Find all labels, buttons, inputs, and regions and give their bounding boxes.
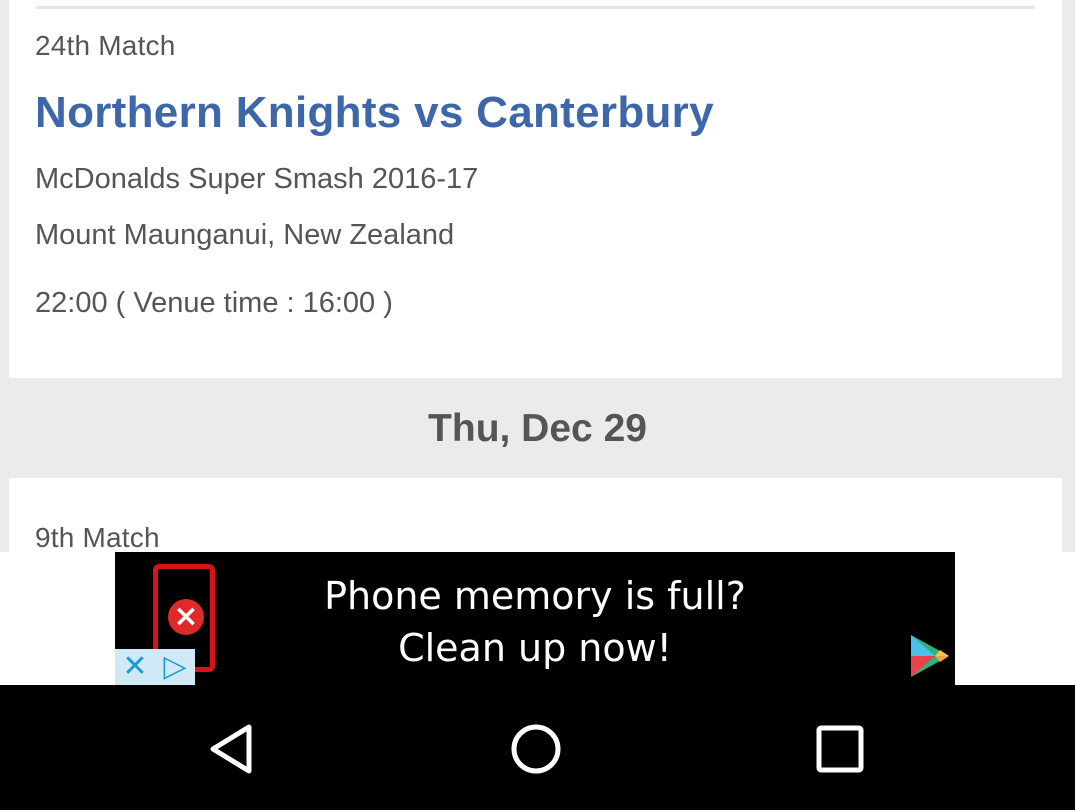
match-title-link[interactable]: Northern Knights vs Canterbury (35, 88, 714, 138)
match-card[interactable]: 24th Match Northern Knights vs Canterbur… (9, 0, 1062, 378)
close-icon[interactable]: ✕ (115, 649, 155, 685)
ad-banner-container: × Phone memory is full? Clean up now! ✕ … (0, 552, 1075, 685)
recents-icon[interactable] (812, 721, 868, 777)
back-icon[interactable] (205, 721, 261, 777)
match-number: 9th Match (35, 522, 160, 553)
date-header: Thu, Dec 29 (428, 407, 647, 450)
home-icon[interactable] (508, 721, 564, 777)
series-name: McDonalds Super Smash 2016-17 (35, 163, 479, 195)
android-nav-bar (0, 685, 1075, 810)
ad-line-1: Phone memory is full? (324, 574, 746, 618)
ad-choices[interactable]: ✕ ▷ (115, 649, 195, 685)
match-number: 24th Match (35, 30, 176, 61)
adchoices-icon[interactable]: ▷ (155, 649, 195, 685)
match-time: 22:00 ( Venue time : 16:00 ) (35, 287, 393, 319)
ad-line-2: Clean up now! (398, 626, 672, 670)
ad-banner[interactable]: × Phone memory is full? Clean up now! ✕ … (115, 552, 955, 685)
divider (36, 6, 1035, 9)
google-play-icon[interactable] (909, 633, 951, 679)
venue-name: Mount Maunganui, New Zealand (35, 219, 455, 251)
ad-text: Phone memory is full? Clean up now! (115, 570, 955, 674)
